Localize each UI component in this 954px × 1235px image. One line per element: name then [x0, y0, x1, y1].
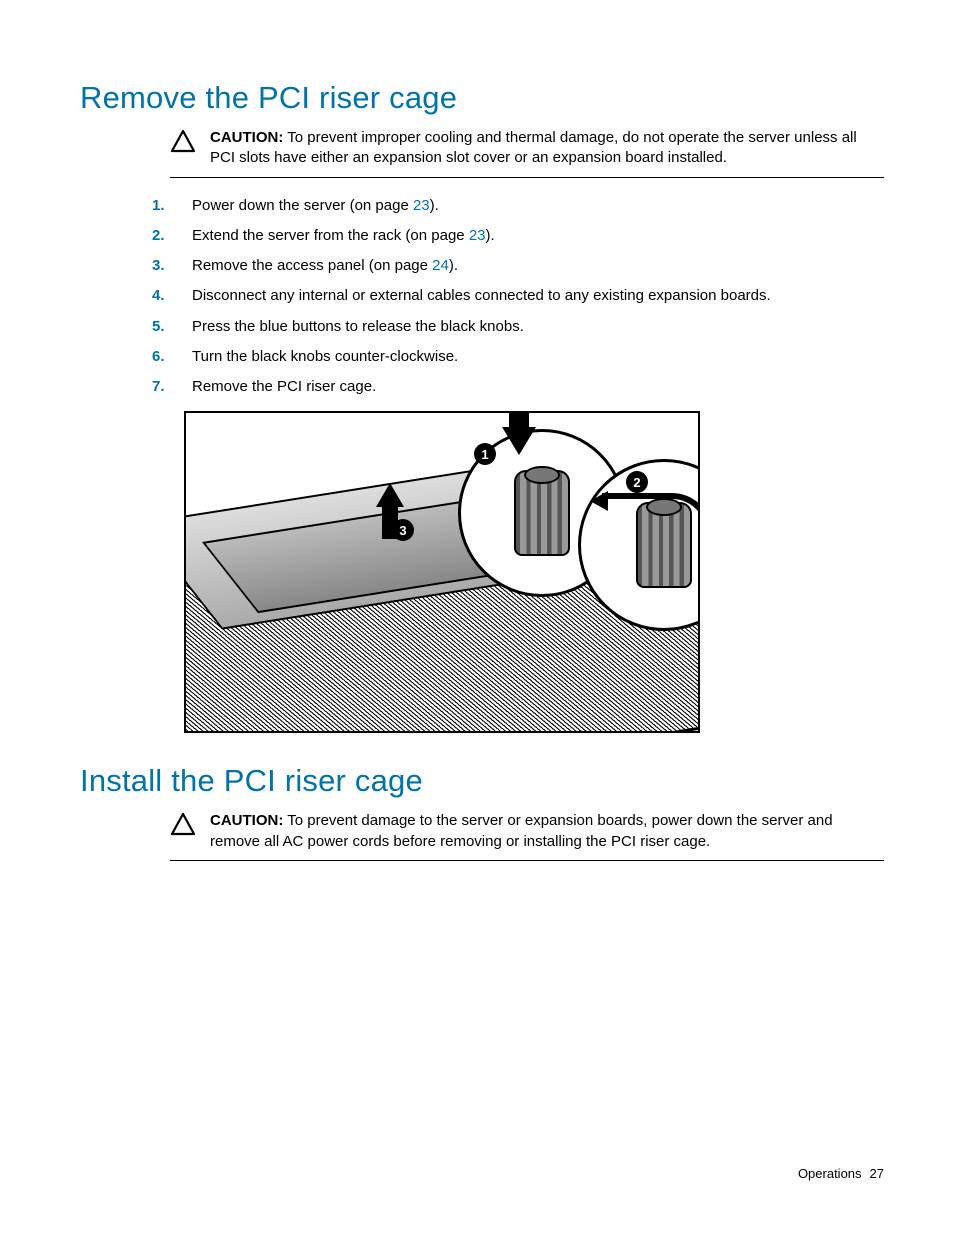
step-text: Turn the black knobs counter-clockwise.	[192, 348, 458, 365]
arrow-down-icon	[502, 427, 536, 455]
steps-list: Power down the server (on page 23). Exte…	[152, 196, 884, 398]
caution-body: To prevent improper cooling and thermal …	[210, 129, 857, 166]
rotate-arrow-icon	[602, 493, 700, 533]
step-text: Extend the server from the rack (on page	[192, 227, 469, 244]
arrow-up-icon	[376, 483, 404, 507]
step-text: ).	[449, 257, 458, 274]
step-item: Disconnect any internal or external cabl…	[152, 286, 884, 306]
caution-icon	[170, 812, 196, 841]
step-text: Power down the server (on page	[192, 197, 413, 214]
step-item: Remove the PCI riser cage.	[152, 377, 884, 397]
step-item: Extend the server from the rack (on page…	[152, 226, 884, 246]
step-item: Turn the black knobs counter-clockwise.	[152, 347, 884, 367]
caution-block: CAUTION: To prevent damage to the server…	[170, 811, 884, 861]
page-ref-link[interactable]: 23	[469, 227, 486, 244]
step-text: Press the blue buttons to release the bl…	[192, 318, 524, 335]
step-text: ).	[430, 197, 439, 214]
step-item: Press the blue buttons to release the bl…	[152, 317, 884, 337]
step-text: ).	[486, 227, 495, 244]
caution-label: CAUTION:	[210, 812, 283, 829]
heading-install-pci-riser-cage: Install the PCI riser cage	[80, 763, 884, 799]
figure-pci-riser-cage: 1 2 3	[184, 411, 700, 733]
caution-text: CAUTION: To prevent improper cooling and…	[210, 128, 884, 169]
step-item: Power down the server (on page 23).	[152, 196, 884, 216]
step-text: Remove the access panel (on page	[192, 257, 432, 274]
heading-remove-pci-riser-cage: Remove the PCI riser cage	[80, 80, 884, 116]
footer-section-name: Operations	[798, 1166, 862, 1181]
page-footer: Operations 27	[798, 1166, 884, 1181]
caution-block: CAUTION: To prevent improper cooling and…	[170, 128, 884, 178]
caution-body: To prevent damage to the server or expan…	[210, 812, 833, 849]
footer-page-number: 27	[870, 1166, 884, 1181]
caution-icon	[170, 129, 196, 158]
step-text: Disconnect any internal or external cabl…	[192, 287, 771, 304]
page-ref-link[interactable]: 23	[413, 197, 430, 214]
page-ref-link[interactable]: 24	[432, 257, 449, 274]
knob-illustration	[514, 470, 570, 556]
step-text: Remove the PCI riser cage.	[192, 378, 376, 395]
caution-text: CAUTION: To prevent damage to the server…	[210, 811, 884, 852]
caution-label: CAUTION:	[210, 129, 283, 146]
step-item: Remove the access panel (on page 24).	[152, 256, 884, 276]
